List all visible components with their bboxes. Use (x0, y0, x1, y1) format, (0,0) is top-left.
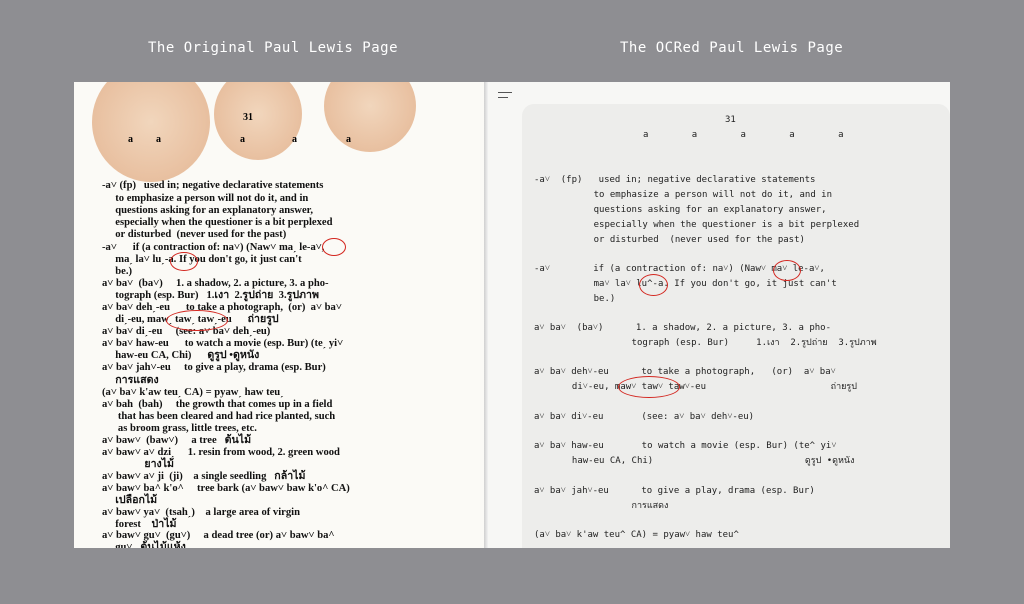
stain-blob (214, 82, 302, 160)
scan-header-letter: a (128, 134, 133, 145)
ocr-page-caption: The OCRed Paul Lewis Page (620, 40, 844, 56)
scan-header-letter: a (292, 134, 297, 145)
original-scan-page: 31 a a a a a -a˅ (fp) used in; negative … (74, 82, 486, 548)
ocr-text-line: di˅-eu, maw˅ taw˅ taw˅-eu ถ่ายรูป (534, 382, 857, 392)
stain-blob (324, 82, 416, 152)
ocr-text-line: or disturbed (never used for the past) (534, 235, 805, 245)
scan-page-number: 31 (243, 112, 253, 123)
scan-text-line: forest ป่าไม้ (102, 519, 177, 530)
ocr-page-number: 31 (725, 115, 736, 125)
ocr-text-line: be.) (534, 294, 616, 304)
ocr-text-line: questions asking for an explanatory answ… (534, 205, 827, 215)
scan-header-letter: a (156, 134, 161, 145)
ocr-text-line: haw-eu CA, Chi) ดูรูป •ดูหนัง (534, 456, 855, 466)
ocr-text-line: a˅ ba˅ haw-eu to watch a movie (esp. Bur… (534, 441, 837, 451)
scan-text-line: a˅ bah (bah) the growth that comes up in… (102, 399, 333, 410)
ocr-panel: 31 a a a a a -a˅ (fp) used in; negative … (488, 82, 950, 548)
scan-text-line: maˏ la˅ luˏ-a. If you don't go, it just … (102, 254, 302, 265)
ocr-text-line: a˅ ba˅ jah˅-eu to give a play, drama (es… (534, 486, 815, 496)
scan-text-line: be.) (102, 266, 133, 277)
scan-text-line: haw-eu CA, Chi) ดูรูป •ดูหนัง (102, 350, 260, 361)
scan-text-line: ยางไม้ (102, 459, 175, 470)
scan-text-line: -a˅ if (a contraction of: na˅) (Naw˅ maˏ… (102, 242, 325, 253)
ocr-text-line: -a˅ (fp) used in; negative declarative s… (534, 175, 816, 185)
ocr-text-line: (a˅ ba˅ k'aw teu^ CA) = pyaw˅ haw teu^ (534, 530, 739, 540)
scan-text-line: a˅ baw˅ ya˅ (tsahˏ) a large area of virg… (102, 507, 300, 518)
scan-text-line: a˅ ba˅ dehˏ-eu to take a photograph, (or… (102, 302, 342, 313)
scan-text-line: tograph (esp. Bur) 1.เงา 2.รูปถ่าย 3.รูป… (102, 290, 319, 301)
annotation-circle (322, 238, 346, 256)
ocr-text-card: 31 a a a a a -a˅ (fp) used in; negative … (522, 104, 950, 548)
annotation-circle (773, 260, 801, 281)
scan-text-line: (a˅ ba˅ k'aw teuˏ CA) = pyawˏ haw teuˏ (102, 387, 284, 398)
ocr-text-line: a˅ ba˅ di˅-eu (see: a˅ ba˅ deh˅-eu) (534, 412, 755, 422)
scan-header-letter: a (346, 134, 351, 145)
ocr-text-line: a˅ ba˅ deh˅-eu to take a photograph, (or… (534, 367, 836, 377)
ocr-text-line: especially when the questioner is a bit … (534, 220, 860, 230)
scan-text-line: as broom grass, little trees, etc. (102, 423, 257, 434)
original-page-caption: The Original Paul Lewis Page (148, 40, 399, 56)
ocr-header-letters: a a a a a (643, 130, 844, 140)
annotation-circle (639, 274, 668, 296)
scan-text-line: a˅ ba˅ jah˅-eu to give a play, drama (es… (102, 362, 326, 373)
scan-text-line: gu˅ ต้นไม้แห้ง (102, 542, 186, 548)
scan-text-line: or disturbed (never used for the past) (102, 229, 287, 240)
annotation-circle (618, 376, 680, 398)
scan-text-line: a˅ ba˅ haw-eu to watch a movie (esp. Bur… (102, 338, 344, 349)
scan-text-line: -a˅ (fp) used in; negative declarative s… (102, 180, 324, 191)
ocr-text-line: ma˅ la˅ lu^-a. If you don't go, it just … (534, 279, 837, 289)
scan-text-line: that has been cleared and had rice plant… (102, 411, 336, 422)
scan-text-line: เปลือกไม้ (102, 495, 158, 506)
ocr-text-line: การแสดง (534, 501, 669, 511)
scan-text-line: a˅ baw˅ (baw˅) a tree ต้นไม้ (102, 435, 252, 446)
scan-text-line: a˅ ba˅ (ba˅) 1. a shadow, 2. a picture, … (102, 278, 329, 289)
scan-text-line: to emphasize a person will not do it, an… (102, 193, 309, 204)
scan-text-line: a˅ baw˅ a˅ ji (ji) a single seedling กล้… (102, 471, 306, 482)
scan-text-line: a˅ baw˅ gu˅ (gu˅) a dead tree (or) a˅ ba… (102, 530, 335, 541)
hamburger-menu-icon[interactable] (498, 91, 512, 103)
annotation-circle (170, 252, 198, 271)
scan-header-letter: a (240, 134, 245, 145)
scan-text-line: a˅ baw˅ ba^ k'o^ tree bark (a˅ baw˅ baw … (102, 483, 350, 494)
scan-text-line: especially when the questioner is a bit … (102, 217, 333, 228)
scan-text-line: การแสดง (102, 375, 159, 386)
ocr-text-line: a˅ ba˅ (ba˅) 1. a shadow, 2. a picture, … (534, 323, 831, 333)
stain-blob (92, 82, 210, 182)
ocr-text-line: tograph (esp. Bur) 1.เงา 2.รูปถ่าย 3.รูป… (534, 338, 877, 348)
ocr-text-line: to emphasize a person will not do it, an… (534, 190, 833, 200)
scan-text-line: questions asking for an explanatory answ… (102, 205, 314, 216)
scan-text-line: a˅ baw˅ a˅ dziˏ 1. resin from wood, 2. g… (102, 447, 340, 458)
annotation-circle (166, 310, 228, 331)
